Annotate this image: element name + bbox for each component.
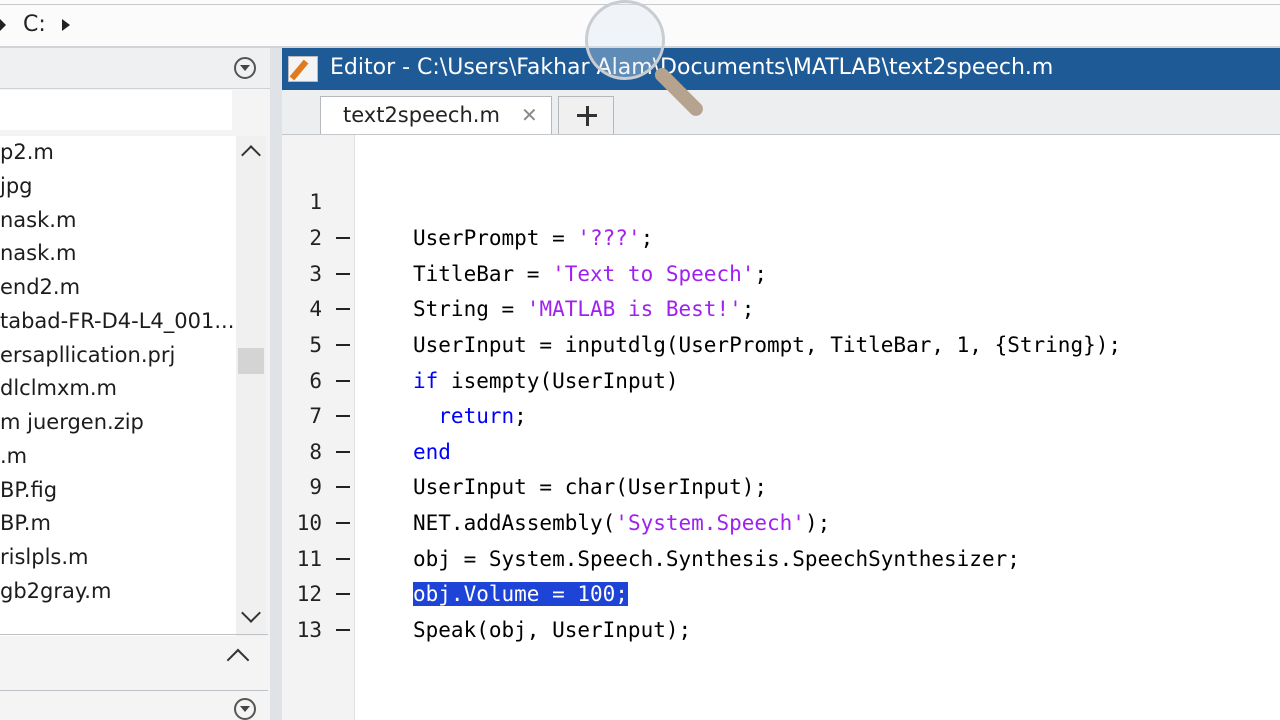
line-number: 5	[309, 333, 322, 357]
code-text: ;	[514, 404, 527, 428]
code-string: 'System.Speech'	[615, 511, 805, 535]
breakpoint-dash[interactable]	[336, 558, 350, 560]
breakpoint-dash[interactable]	[336, 486, 350, 488]
code-line[interactable]: UserInput = char(UserInput);	[413, 475, 767, 499]
line-number-gutter: 1 2 3 4 5 6 7 8 9 10 11 12 13	[282, 135, 355, 720]
folder-column-header	[0, 90, 232, 130]
code-line[interactable]: UserInput = inputdlg(UserPrompt, TitleBa…	[413, 333, 1121, 357]
breakpoint-dash[interactable]	[336, 451, 350, 453]
file-item[interactable]: gb2gray.m	[0, 575, 236, 607]
close-tab-icon[interactable]: ✕	[521, 105, 538, 125]
file-item[interactable]: BP.fig	[0, 474, 236, 506]
code-text: NET.addAssembly(	[413, 511, 616, 535]
code-text: ;	[754, 262, 768, 286]
panel-splitter[interactable]	[270, 48, 282, 720]
file-item[interactable]: p2.m	[0, 136, 236, 168]
file-item[interactable]: jpg	[0, 170, 236, 202]
code-line[interactable]: TitleBar = 'Text to Speech';	[413, 262, 767, 286]
code-line[interactable]: obj = System.Speech.Synthesis.SpeechSynt…	[413, 547, 1020, 571]
code-text: );	[804, 511, 831, 535]
file-item[interactable]: m juergen.zip	[0, 406, 236, 438]
breakpoint-dash[interactable]	[336, 237, 350, 239]
magnifier-icon	[585, 0, 665, 80]
code-text: String =	[413, 297, 527, 321]
collapse-details-icon[interactable]	[226, 648, 250, 672]
code-line[interactable]: if isempty(UserInput)	[413, 369, 679, 393]
line-number: 3	[309, 262, 322, 286]
back-arrow-icon[interactable]	[0, 19, 6, 31]
code-line[interactable]: obj.Volume = 100;	[413, 582, 628, 606]
file-list: p2.m jpg nask.m nask.m end2.m tabad-FR-D…	[0, 136, 236, 636]
file-item[interactable]: tabad-FR-D4-L4_001...	[0, 305, 236, 337]
file-list-scrollbar[interactable]	[236, 136, 266, 636]
code-line[interactable]: end	[413, 440, 451, 464]
line-number: 7	[309, 404, 322, 428]
selected-code[interactable]: obj.Volume = 100;	[413, 582, 628, 606]
breakpoint-dash[interactable]	[336, 415, 350, 417]
file-item[interactable]: nask.m	[0, 204, 236, 236]
tab-text2speech[interactable]: text2speech.m ✕	[320, 96, 552, 134]
breakpoint-dash[interactable]	[336, 593, 350, 595]
breakpoint-dash[interactable]	[336, 522, 350, 524]
line-number: 1	[309, 190, 322, 214]
code-text: ;	[741, 297, 755, 321]
file-item[interactable]: .m	[0, 440, 236, 472]
editor-pencil-icon	[288, 56, 318, 82]
line-number: 8	[309, 440, 322, 464]
editor-tab-bar: text2speech.m ✕	[282, 90, 1280, 135]
code-keyword: return	[413, 404, 515, 428]
code-text: ;	[640, 226, 654, 250]
breakpoint-dash[interactable]	[336, 629, 350, 631]
code-text: isempty(UserInput)	[438, 369, 679, 393]
file-item[interactable]: BP.m	[0, 507, 236, 539]
scroll-up-icon[interactable]	[241, 145, 261, 165]
line-number: 11	[296, 547, 322, 571]
breakpoint-dash[interactable]	[336, 273, 350, 275]
file-item[interactable]: nask.m	[0, 237, 236, 269]
file-item[interactable]: dlclmxm.m	[0, 372, 236, 404]
code-keyword: if	[413, 369, 439, 393]
code-line[interactable]: Speak(obj, UserInput);	[413, 618, 691, 642]
file-item[interactable]: ersapllication.prj	[0, 339, 236, 371]
line-number: 4	[309, 297, 322, 321]
code-line[interactable]: String = 'MATLAB is Best!';	[413, 297, 754, 321]
code-line[interactable]: UserPrompt = '???';	[413, 226, 653, 250]
path-expand-arrow-icon[interactable]	[62, 19, 70, 31]
address-path[interactable]: C:	[23, 12, 46, 37]
line-number: 6	[309, 369, 322, 393]
line-number: 12	[296, 582, 322, 606]
scroll-down-icon[interactable]	[241, 603, 261, 623]
file-item[interactable]: rislpls.m	[0, 541, 236, 573]
panel-header	[0, 48, 270, 89]
panel-divider	[0, 634, 268, 635]
code-line[interactable]: return;	[413, 404, 527, 428]
breakpoint-dash[interactable]	[336, 380, 350, 382]
code-string: 'Text to Speech'	[552, 262, 755, 286]
code-string: '???'	[577, 226, 641, 250]
line-number: 2	[309, 226, 322, 250]
code-text: TitleBar =	[413, 262, 553, 286]
scrollbar-thumb[interactable]	[238, 348, 264, 374]
new-tab-plus-icon[interactable]	[558, 96, 614, 134]
line-number: 10	[296, 511, 322, 535]
file-item[interactable]: end2.m	[0, 271, 236, 303]
panel-divider	[0, 690, 268, 691]
code-string: 'MATLAB is Best!'	[526, 297, 742, 321]
line-number: 9	[309, 475, 322, 499]
code-line[interactable]: NET.addAssembly('System.Speech');	[413, 511, 830, 535]
breakpoint-dash[interactable]	[336, 308, 350, 310]
tab-label: text2speech.m	[343, 103, 500, 127]
code-text: UserPrompt =	[413, 226, 578, 250]
editor-title: Editor - C:\Users\Fakhar Alam\Documents\…	[330, 55, 1054, 80]
current-folder-panel: p2.m jpg nask.m nask.m end2.m tabad-FR-D…	[0, 48, 270, 720]
line-number: 13	[296, 618, 322, 642]
editor-titlebar: Editor - C:\Users\Fakhar Alam\Documents\…	[282, 48, 1280, 90]
editor-window: Editor - C:\Users\Fakhar Alam\Documents\…	[282, 48, 1280, 720]
panel-options-icon[interactable]	[234, 57, 256, 79]
workspace-options-icon[interactable]	[234, 698, 256, 720]
breakpoint-dash[interactable]	[336, 344, 350, 346]
